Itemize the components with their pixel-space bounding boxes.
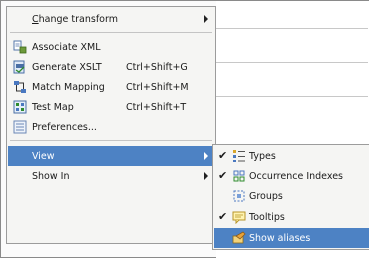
menu-item-label: Test Map [32,101,74,113]
menu-item-associate-xml[interactable]: Associate XML [8,37,214,57]
menu-item-show-in[interactable]: Show In [8,166,214,186]
match-mapping-icon [13,80,27,94]
submenu-item-label: Types [249,150,276,162]
submenu-item-show-aliases[interactable]: Show aliases [214,228,369,248]
view-submenu: ✔ Types ✔ Occurrence Indexes Groups ✔ To… [212,144,369,250]
menu-item-shortcut: Ctrl+Shift+T [126,101,187,113]
submenu-item-label: Groups [249,190,283,202]
menu-item-preferences[interactable]: Preferences... [8,117,214,137]
groups-icon [232,189,246,203]
submenu-item-label: Show aliases [249,232,311,244]
generate-xslt-icon [13,60,27,74]
submenu-item-types[interactable]: ✔ Types [214,146,369,166]
checkmark-icon: ✔ [218,169,228,182]
menu-item-label: Associate XML [32,41,101,53]
menu-item-change-transform[interactable]: Change transform [8,9,214,29]
menu-item-shortcut: Ctrl+Shift+G [126,61,188,73]
associate-xml-icon [13,40,27,54]
menu-item-view[interactable]: View [8,146,214,166]
preferences-icon [13,120,27,134]
menu-separator [10,140,212,141]
background-divider [216,62,368,63]
menu-item-label: Show In [32,170,70,182]
submenu-item-label: Occurrence Indexes [249,170,343,182]
show-aliases-icon [232,231,246,245]
submenu-arrow-icon [204,172,208,180]
submenu-arrow-icon [204,152,208,160]
tooltips-icon [232,210,246,225]
menu-item-label: Preferences... [32,121,97,133]
menu-item-match-mapping[interactable]: Match Mapping Ctrl+Shift+M [8,77,214,97]
menu-item-shortcut: Ctrl+Shift+M [126,81,189,93]
background-divider [216,96,368,97]
submenu-item-tooltips[interactable]: ✔ Tooltips [214,207,369,227]
background-divider [216,28,368,29]
menu-separator [10,32,212,33]
checkmark-icon: ✔ [218,149,228,162]
submenu-item-occurrence-indexes[interactable]: ✔ Occurrence Indexes [214,166,369,186]
submenu-item-groups[interactable]: Groups [214,186,369,206]
menu-item-label: View [32,150,55,162]
checkmark-icon: ✔ [218,210,228,223]
test-map-icon [13,100,27,114]
menu-item-label: Generate XSLT [32,61,102,73]
menu-item-label: Match Mapping [32,81,105,93]
menu-item-generate-xslt[interactable]: Generate XSLT Ctrl+Shift+G [8,57,214,77]
submenu-arrow-icon [204,15,208,23]
occurrence-indexes-icon [232,169,246,183]
menu-item-test-map[interactable]: Test Map Ctrl+Shift+T [8,97,214,117]
types-icon [232,149,246,163]
menu-item-label: Change transform [32,13,118,25]
submenu-item-label: Tooltips [249,211,285,223]
context-menu: Change transform Associate XML Generate … [6,6,216,244]
